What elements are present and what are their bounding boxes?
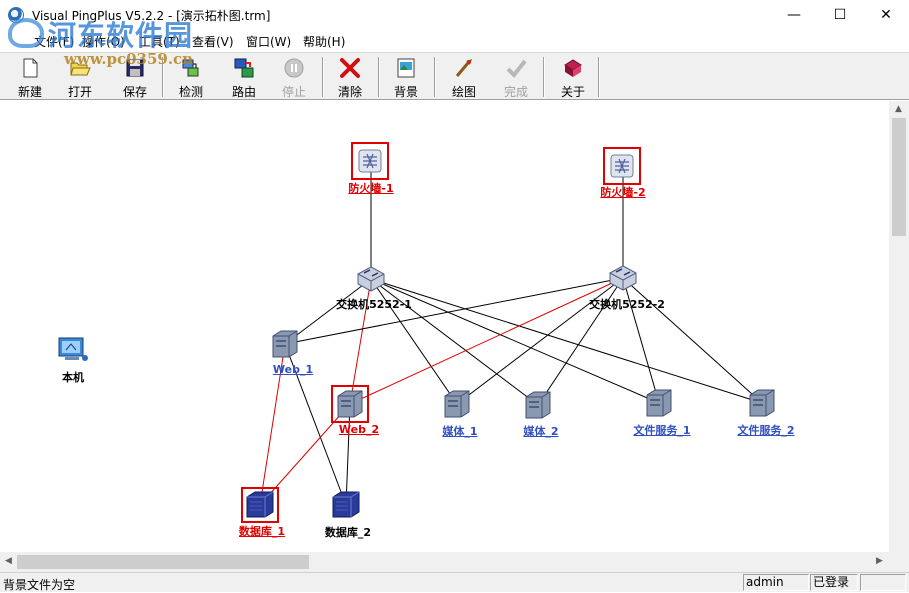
save-icon [126,59,144,77]
scroll-up-arrow-icon[interactable]: ▲ [895,104,902,114]
menu-tools[interactable]: 工具(T) [139,33,180,50]
menu-window[interactable]: 窗口(W) [246,33,291,50]
horizontal-scrollbar[interactable]: ◀ ▶ [0,552,889,572]
new-button-label: 新建 [17,85,42,99]
computer-icon[interactable] [57,336,89,364]
toolbar-separator [434,57,436,97]
toolbar-separator [162,57,164,97]
vertical-scroll-thumb[interactable] [892,118,906,236]
scroll-right-arrow-icon[interactable]: ▶ [876,556,883,566]
server-icon[interactable] [522,389,554,421]
toolbar: 新建 打开 保存 检测 路由 停止 清除 背景 绘图 完成 关于 [0,52,909,100]
about-button-label: 关于 [560,85,585,99]
menu-operate[interactable]: 操作(O) [82,33,125,50]
app-icon [8,7,24,23]
menu-file[interactable]: 文件(F) [34,33,74,50]
node-label[interactable]: 媒体_1 [442,423,477,439]
status-bar: 背景文件为空 admin 已登录 [0,572,909,592]
close-button[interactable]: ✕ [863,0,909,30]
route-icon [234,58,254,78]
switch-icon[interactable] [355,264,387,294]
stop-button[interactable]: 停止 [268,55,320,99]
database-icon[interactable] [330,490,362,520]
detect-button[interactable]: 检测 [165,55,217,99]
server-icon[interactable] [746,387,778,419]
save-button[interactable]: 保存 [109,55,161,99]
node-label[interactable]: 防火墙-2 [600,184,645,200]
menu-view[interactable]: 查看(V) [192,33,234,50]
server-icon[interactable] [269,328,301,360]
node-label[interactable]: Web_2 [339,423,379,436]
new-button[interactable]: 新建 [4,55,56,99]
open-folder-icon [70,62,91,76]
node-label[interactable]: 本机 [62,369,84,385]
finish-button-label: 完成 [503,85,528,99]
scroll-left-arrow-icon[interactable]: ◀ [5,556,12,566]
detect-icon [182,59,199,77]
status-message: 背景文件为空 [3,578,76,592]
draw-icon [455,59,472,77]
status-panel-empty [860,574,906,591]
about-button[interactable]: 关于 [547,55,599,99]
node-label[interactable]: 文件服务_1 [633,422,690,438]
node-label[interactable]: 媒体_2 [523,423,558,439]
minimize-button[interactable]: — [771,0,817,30]
route-button-label: 路由 [231,85,256,99]
background-icon [397,58,415,78]
draw-button-label: 绘图 [451,85,476,99]
node-label[interactable]: 交换机5252-2 [589,296,665,312]
open-button-label: 打开 [67,85,92,99]
clear-button[interactable]: 清除 [324,55,376,99]
node-label[interactable]: 数据库_2 [325,524,371,540]
node-label[interactable]: 交换机5252-1 [336,296,412,312]
stop-icon [284,58,304,78]
title-bar: Visual PingPlus V5.2.2 - [演示拓朴图.trm] — ☐… [0,0,909,30]
background-button-label: 背景 [393,85,418,99]
clear-button-label: 清除 [337,85,362,99]
stop-button-label: 停止 [281,85,306,99]
firewall-icon[interactable] [357,148,383,174]
node-label[interactable]: 数据库_1 [239,523,285,539]
scrollbar-corner [889,552,909,572]
finish-icon [506,59,527,79]
server-icon[interactable] [334,388,366,420]
menu-help[interactable]: 帮助(H) [303,33,345,50]
about-icon [564,59,582,77]
firewall-icon[interactable] [609,153,635,179]
node-label[interactable]: 防火墙-1 [348,180,393,196]
route-button[interactable]: 路由 [218,55,270,99]
clear-icon [340,58,360,78]
maximize-button[interactable]: ☐ [817,0,863,30]
new-file-icon [23,58,38,78]
toolbar-separator [543,57,545,97]
link-layer [259,162,763,506]
database-icon[interactable] [244,490,276,520]
status-user: admin [743,574,809,591]
open-button[interactable]: 打开 [54,55,106,99]
background-button[interactable]: 背景 [380,55,432,99]
save-button-label: 保存 [122,85,147,99]
horizontal-scroll-thumb[interactable] [17,555,309,569]
detect-button-label: 检测 [178,85,203,99]
status-login: 已登录 [810,574,858,591]
topology-link [370,278,763,404]
switch-icon[interactable] [607,263,639,293]
server-icon[interactable] [643,387,675,419]
menu-bar: 文件(F) 操作(O) 工具(T) 查看(V) 窗口(W) 帮助(H) _ ❐ … [0,30,909,77]
window-title: Visual PingPlus V5.2.2 - [演示拓朴图.trm] [32,9,271,23]
node-label[interactable]: Web_1 [273,363,313,376]
server-icon[interactable] [441,388,473,420]
node-label[interactable]: 文件服务_2 [737,422,794,438]
finish-button[interactable]: 完成 [490,55,542,99]
vertical-scrollbar[interactable]: ▲ [889,101,909,552]
toolbar-separator [598,57,600,97]
draw-button[interactable]: 绘图 [438,55,490,99]
topology-canvas[interactable]: 防火墙-1 防火墙-2 交换机5252-1 交换机5252-2 本机 Web_1… [0,101,889,552]
